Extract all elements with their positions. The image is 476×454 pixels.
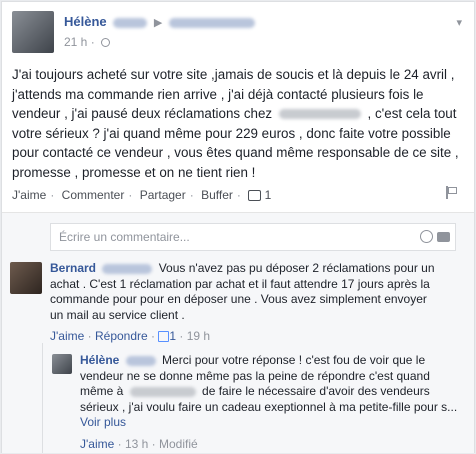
camera-icon[interactable] [437, 232, 450, 242]
reply-actions: J'aime · 13 h · Modifié [80, 437, 198, 451]
emoji-icon[interactable] [420, 230, 433, 243]
comment-like-link[interactable]: J'aime [50, 329, 84, 343]
post-card: Hélène ▶ 21 h · ▾ J'ai toujours acheté s… [1, 1, 475, 453]
like-link[interactable]: J'aime [12, 188, 46, 202]
globe-icon [101, 38, 111, 48]
comment-time[interactable]: 19 h [187, 329, 210, 343]
comment-link[interactable]: Commenter [62, 188, 125, 202]
post-text: J'ai toujours acheté sur votre site ,jam… [12, 65, 462, 182]
comment-reply-link[interactable]: Répondre [95, 329, 148, 343]
reply-thread-line [42, 343, 43, 453]
comment-like-count[interactable]: 1 [169, 329, 176, 343]
redacted-surname [102, 263, 153, 274]
reply-author[interactable]: Hélène [80, 353, 119, 367]
share-link[interactable]: Partager [140, 188, 186, 202]
comment-author[interactable]: Bernard [50, 261, 96, 275]
buffer-link[interactable]: Buffer [201, 188, 233, 202]
thumbs-up-icon [158, 331, 170, 343]
comment-placeholder: Écrire un commentaire... [59, 230, 190, 244]
redacted-store [278, 109, 361, 120]
flag-icon[interactable] [446, 186, 457, 199]
post-author[interactable]: Hélène ▶ [64, 14, 258, 29]
comment-count-icon [248, 190, 262, 202]
reply-avatar[interactable] [52, 354, 72, 374]
redacted-page-name [168, 17, 255, 28]
post-author-name[interactable]: Hélène [64, 14, 107, 29]
redacted-surname [125, 355, 156, 366]
arrow-icon: ▶ [153, 17, 163, 29]
redacted-surname [113, 17, 148, 28]
comment-input[interactable]: Écrire un commentaire... [50, 223, 456, 251]
comment-count[interactable]: 1 [265, 188, 272, 202]
post-meta: 21 h · [64, 35, 111, 49]
commenter-avatar[interactable] [10, 262, 42, 294]
see-more-link[interactable]: Voir plus [80, 415, 126, 429]
comment-actions: J'aime · Répondre · 1 · 19 h [50, 329, 211, 343]
comment-body: Bernard Vous n'avez pas pu déposer 2 réc… [50, 261, 442, 323]
reply-body: Hélène Merci pour votre réponse ! c'est … [80, 353, 462, 431]
reply-edited[interactable]: Modifié [159, 437, 198, 451]
post-time[interactable]: 21 h [64, 35, 87, 49]
reply-time[interactable]: 13 h [125, 437, 148, 451]
chevron-down-icon[interactable]: ▾ [456, 16, 462, 29]
author-avatar[interactable] [12, 11, 54, 53]
reply-like-link[interactable]: J'aime [80, 437, 114, 451]
post-actions: J'aime · Commenter · Partager · Buffer · 1 [12, 188, 272, 202]
comments-area: Écrire un commentaire... Bernard Vous n'… [2, 212, 474, 453]
redacted-store [129, 387, 196, 398]
